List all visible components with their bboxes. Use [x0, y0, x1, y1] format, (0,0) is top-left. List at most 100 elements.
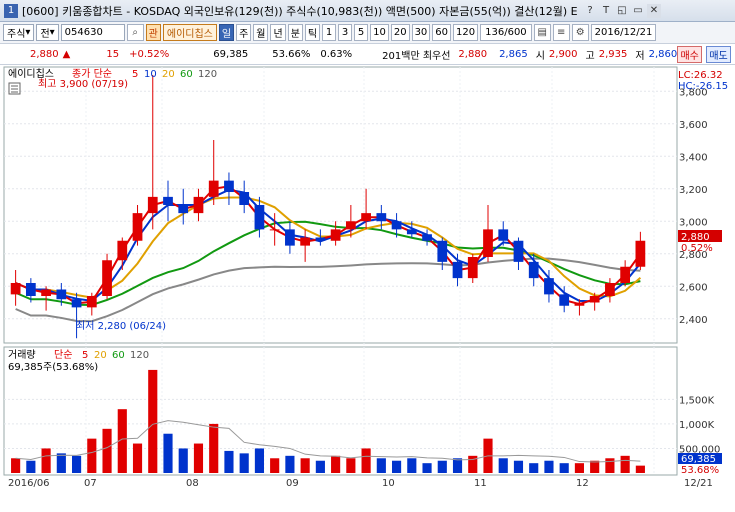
volume-ratio: 53.66%: [272, 48, 311, 60]
volume-bar: [407, 458, 417, 473]
gear-icon[interactable]: ⚙: [571, 24, 589, 41]
volume-bar: [87, 438, 97, 473]
window-number-badge: 1: [4, 3, 18, 18]
period-type-select[interactable]: 전 ▾: [36, 24, 59, 41]
minute-5[interactable]: 5: [354, 24, 369, 41]
high-label: 고: [585, 50, 595, 62]
candle-body: [102, 260, 112, 296]
volume-bar: [346, 458, 356, 473]
title-text-button[interactable]: T: [599, 4, 613, 18]
volume-bar: [422, 463, 432, 473]
minute-3[interactable]: 3: [338, 24, 353, 41]
stock-name-field[interactable]: 에이디칩스: [162, 24, 217, 41]
volume-bar: [452, 458, 463, 473]
search-icon[interactable]: ⌕: [126, 24, 144, 41]
volume-bar: [26, 460, 36, 473]
price-change-pct: +0.52%: [129, 48, 170, 60]
volume-bar: [209, 423, 219, 473]
indicator-icon[interactable]: ≡: [552, 24, 570, 41]
tab-day[interactable]: 일: [218, 24, 235, 41]
candle-body: [422, 234, 432, 241]
help-button[interactable]: ?: [583, 4, 597, 18]
candle-body: [25, 283, 36, 296]
x-tick-label: 07: [84, 478, 97, 489]
minute-120[interactable]: 120: [453, 24, 479, 41]
candle-body: [345, 221, 356, 230]
high-price: 2,935: [598, 48, 628, 60]
open-price: 2,900: [548, 48, 578, 60]
up-arrow-icon: ▲: [62, 48, 71, 60]
tab-tick[interactable]: 틱: [304, 24, 321, 41]
market-type-value: 주식: [7, 29, 26, 40]
extra-info: 201백만 최우선: [382, 50, 451, 62]
volume-legend-ma60: 60: [112, 350, 125, 361]
x-tick-label: 09: [286, 478, 299, 489]
volume-bar: [315, 460, 325, 473]
volume-bar: [498, 458, 508, 473]
legend-ma60: 60: [180, 69, 193, 80]
candle-body: [574, 302, 585, 306]
data-count-field[interactable]: 136/600: [480, 24, 532, 41]
tab-year[interactable]: 년: [270, 24, 286, 41]
candle-body: [254, 205, 265, 230]
minute-20[interactable]: 20: [390, 24, 410, 41]
volume-bar: [254, 448, 264, 473]
watch-badge[interactable]: 관: [145, 24, 161, 41]
price-info-bar: 2,880 ▲ 15 +0.52% 69,385 53.66% 0.63% 20…: [0, 44, 735, 65]
volume-bar: [635, 465, 645, 473]
tab-month[interactable]: 월: [253, 24, 269, 41]
candle-body: [513, 240, 524, 262]
candle-body: [193, 196, 204, 214]
volume-bar: [392, 460, 402, 473]
chart-settings-icon[interactable]: ▤: [533, 24, 551, 41]
market-type-select[interactable]: 주식 ▾: [3, 24, 35, 41]
x-tick-label: 2016/06: [8, 478, 50, 489]
candle-body: [620, 266, 631, 283]
volume-bar: [102, 428, 112, 473]
candle-body: [605, 283, 615, 296]
volume-legend-name: 거래량: [8, 349, 36, 361]
sell-button[interactable]: 매도: [706, 45, 731, 63]
volume-bar: [605, 458, 615, 473]
low-price: 2,860: [648, 48, 678, 60]
x-tick-label: 12: [576, 478, 589, 489]
volume-legend-ind: 단순: [54, 349, 72, 361]
volume-bar: [56, 453, 66, 473]
volume-bar: [361, 448, 371, 473]
volume-bar: [620, 455, 630, 473]
buy-button[interactable]: 매수: [677, 45, 703, 63]
stock-code-input[interactable]: [60, 24, 125, 41]
tab-week[interactable]: 주: [236, 24, 252, 41]
volume-bar: [193, 443, 204, 473]
candle-body: [315, 237, 326, 241]
close-button[interactable]: ✕: [647, 3, 661, 18]
minimize-button[interactable]: ▭: [631, 4, 645, 18]
candle-body: [86, 296, 97, 308]
volume-bar: [300, 458, 310, 473]
minute-1[interactable]: 1: [322, 24, 337, 41]
date-field[interactable]: 2016/12/21: [590, 24, 657, 41]
candle-body: [178, 205, 189, 214]
candle-body: [10, 283, 21, 295]
volume-bar: [437, 460, 447, 473]
candle-body: [71, 299, 82, 308]
volume-bar: [559, 463, 569, 473]
minute-30[interactable]: 30: [411, 24, 431, 41]
volume-bar: [574, 463, 584, 473]
volume-tick-label: 1,500K: [679, 395, 715, 406]
period-type-value: 전: [40, 29, 50, 40]
tab-minute[interactable]: 분: [287, 24, 303, 41]
minute-10[interactable]: 10: [370, 24, 389, 41]
volume-tag-text: 69,385: [681, 454, 716, 465]
minute-60[interactable]: 60: [432, 24, 452, 41]
volume-bar: [224, 450, 234, 473]
candle-body: [483, 229, 493, 257]
volume-legend-value: 69,385주(53.68%): [8, 362, 98, 373]
restore-button[interactable]: ◱: [615, 4, 629, 18]
volume-tick-label: 1,000K: [679, 420, 715, 431]
current-price: 2,880: [30, 48, 59, 60]
volume-bar: [376, 458, 386, 473]
chevron-down-icon: ▾: [25, 27, 31, 38]
stock-chart[interactable]: 3,8003,6003,4003,2003,0002,8002,6002,400…: [0, 65, 735, 512]
lc-value: LC:26.32: [678, 70, 723, 81]
